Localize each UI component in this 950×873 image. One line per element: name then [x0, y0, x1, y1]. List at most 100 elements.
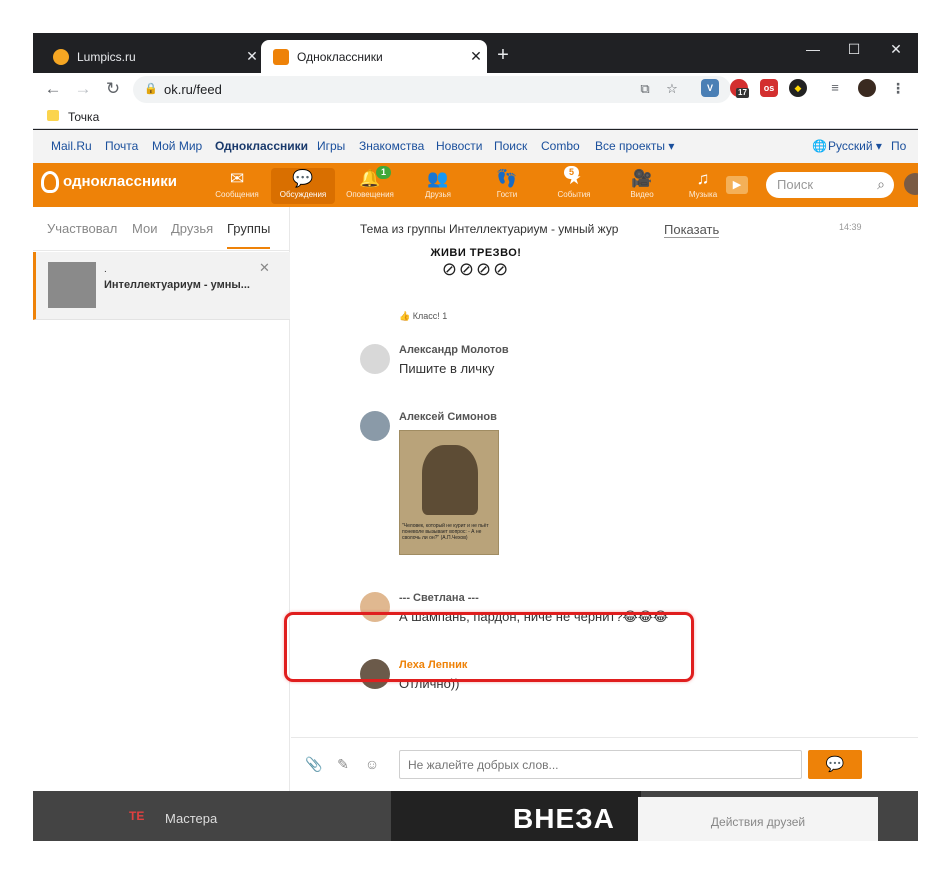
nav-messages[interactable]: ✉ Сообщения [205, 168, 269, 204]
comment-composer: 📎 ✎ ☺ 💬 [291, 737, 918, 791]
nav-friends[interactable]: 👥 Друзья [406, 168, 470, 204]
search-placeholder: Поиск [777, 177, 814, 192]
nav-label: Обсуждения [279, 190, 327, 199]
tab-friends[interactable]: Друзья [171, 221, 213, 236]
conversation-name: Интеллектуариум - умны... [104, 279, 250, 291]
portal-link-novosti[interactable]: Новости [436, 139, 482, 153]
nav-label: Гости [496, 190, 518, 199]
friends-actions-header: Действия друзей [638, 797, 878, 841]
portal-link-pochta[interactable]: Почта [105, 139, 138, 153]
minimize-button[interactable]: — [793, 37, 833, 61]
show-topic-link[interactable]: Показать [664, 222, 720, 238]
close-window-button[interactable]: ✕ [876, 37, 916, 61]
portal-link-more[interactable]: По [891, 139, 906, 153]
paperclip-icon[interactable]: 📎 [305, 756, 323, 773]
nav-label: Сообщения [215, 190, 259, 199]
ok-logo-icon [41, 171, 59, 193]
portal-link-moy-mir[interactable]: Мой Мир [152, 139, 202, 153]
nav-label: События [557, 190, 591, 199]
notification-extension-icon[interactable]: 17 [730, 79, 749, 98]
tab-participated[interactable]: Участвовал [47, 221, 117, 236]
reload-icon[interactable]: ↻ [101, 77, 125, 101]
chat-bubbles-icon: 💬 [825, 756, 845, 773]
globe-icon: 🌐 [812, 139, 827, 153]
ok-logo-text: одноклассники [63, 172, 177, 190]
masters-logo-icon: TE [129, 809, 145, 823]
nav-discussions[interactable]: 💬 Обсуждения [271, 168, 335, 204]
play-icon[interactable]: ▶ [726, 176, 748, 194]
tab-groups[interactable]: Группы [227, 221, 271, 249]
avatar[interactable] [360, 411, 390, 441]
address-bar[interactable]: 🔒 ok.ru/feed ⧉ ☆ [133, 76, 731, 103]
comment-author[interactable]: Александр Молотов [399, 344, 509, 356]
nav-label: Друзья [425, 190, 451, 199]
photo-caption: "Человек, который не курит и не пьёт пон… [402, 523, 489, 541]
ok-navigation-bar: одноклассники ✉ Сообщения 💬 Обсуждения 🔔… [33, 163, 918, 207]
maximize-button[interactable]: ☐ [834, 37, 874, 61]
tab-odnoklassniki[interactable]: Одноклассники ✕ [261, 40, 487, 73]
nav-label: Оповещения [346, 190, 394, 199]
nav-video[interactable]: 🎥 Видео [610, 168, 674, 204]
send-button[interactable]: 💬 [808, 750, 862, 779]
bookmarks-bar: Точка [33, 105, 918, 129]
portal-link-znakomstva[interactable]: Знакомства [359, 139, 424, 153]
back-arrow-icon[interactable]: ← [41, 77, 65, 101]
search-icon[interactable]: ⌕ [877, 176, 885, 193]
bookmark-tochka[interactable]: Точка [68, 110, 99, 124]
video-camera-icon: 🎥 [631, 169, 653, 188]
user-avatar[interactable] [904, 173, 918, 195]
highlight-annotation [284, 612, 694, 682]
portal-link-all-projects[interactable]: Все проекты ▾ [595, 139, 674, 153]
nav-events[interactable]: ★ 5 События [542, 166, 606, 204]
close-tab-icon[interactable]: ✕ [241, 48, 263, 65]
vpn-extension-icon[interactable]: V [701, 79, 719, 97]
smiley-icon[interactable]: ☺ [363, 756, 381, 772]
topic-image[interactable]: ЖИВИ ТРЕЗВО! ⊘⊘⊘⊘ [401, 247, 551, 299]
profile-avatar[interactable] [858, 79, 876, 97]
comment-photo[interactable]: "Человек, который не курит и не пьёт пон… [399, 430, 499, 555]
language-selector[interactable]: Русский ▾ [828, 139, 882, 153]
comment-author[interactable]: Алексей Симонов [399, 411, 497, 423]
media-queue-icon[interactable]: ≡ [826, 79, 844, 97]
ok-logo[interactable]: одноклассники [41, 171, 177, 193]
menu-kebab-icon[interactable]: ⋮ [889, 79, 907, 97]
search-input[interactable]: Поиск ⌕ [766, 172, 894, 198]
conversation-item[interactable]: . Интеллектуариум - умны... ✕ [33, 252, 290, 320]
chat-bubbles-icon: 💬 [292, 169, 314, 188]
bell-icon: 🔔 [359, 169, 381, 188]
mailru-portal-bar: Mail.Ru Почта Мой Мир Одноклассники Игры… [33, 130, 918, 163]
new-tab-button[interactable]: + [491, 43, 515, 67]
portal-link-poisk[interactable]: Поиск [494, 139, 527, 153]
nav-notifications[interactable]: 🔔 1 Оповещения [338, 166, 402, 204]
url-text: ok.ru/feed [164, 82, 222, 97]
forward-arrow-icon[interactable]: → [71, 77, 95, 101]
close-tab-icon[interactable]: ✕ [465, 48, 487, 65]
video-text: ВНЕЗА [513, 803, 615, 834]
comment-author[interactable]: --- Светлана --- [399, 592, 479, 604]
extension-puzzle-icon[interactable]: ⧉ [636, 80, 654, 98]
discussions-sidebar: Участвовал Мои Друзья Группы . Интеллект… [33, 207, 290, 791]
portal-link-odnoklassniki[interactable]: Одноклассники [215, 139, 308, 153]
portal-link-igry[interactable]: Игры [317, 139, 345, 153]
lock-icon: 🔒 [144, 83, 158, 95]
tab-lumpics[interactable]: Lumpics.ru ✕ [41, 40, 263, 73]
masters-link[interactable]: Мастера [165, 811, 217, 826]
video-thumbnail[interactable]: ВНЕЗА [391, 791, 641, 841]
tab-mine[interactable]: Мои [132, 221, 157, 236]
thumbs-up-icon: 👍 [399, 311, 411, 321]
comment-input[interactable] [399, 750, 802, 779]
bookmark-star-icon[interactable]: ☆ [663, 80, 681, 98]
avatar[interactable] [360, 344, 390, 374]
topic-title: Тема из группы Интеллектуариум - умный ж… [360, 222, 619, 236]
footprints-icon: 👣 [496, 169, 518, 188]
lastpass-extension-icon[interactable]: os [760, 79, 778, 97]
portal-link-mailru[interactable]: Mail.Ru [51, 139, 92, 153]
shield-extension-icon[interactable]: ◆ [789, 79, 807, 97]
nav-guests[interactable]: 👣 Гости [475, 168, 539, 204]
pencil-icon[interactable]: ✎ [334, 756, 352, 773]
likes-count[interactable]: 👍 Класс! 1 [399, 311, 447, 322]
close-icon[interactable]: ✕ [259, 260, 270, 276]
browser-toolbar: ← → ↻ 🔒 ok.ru/feed ⧉ ☆ V 17 os ◆ ≡ ⋮ [33, 73, 918, 105]
nav-label: Видео [630, 190, 654, 199]
portal-link-combo[interactable]: Combo [541, 139, 580, 153]
